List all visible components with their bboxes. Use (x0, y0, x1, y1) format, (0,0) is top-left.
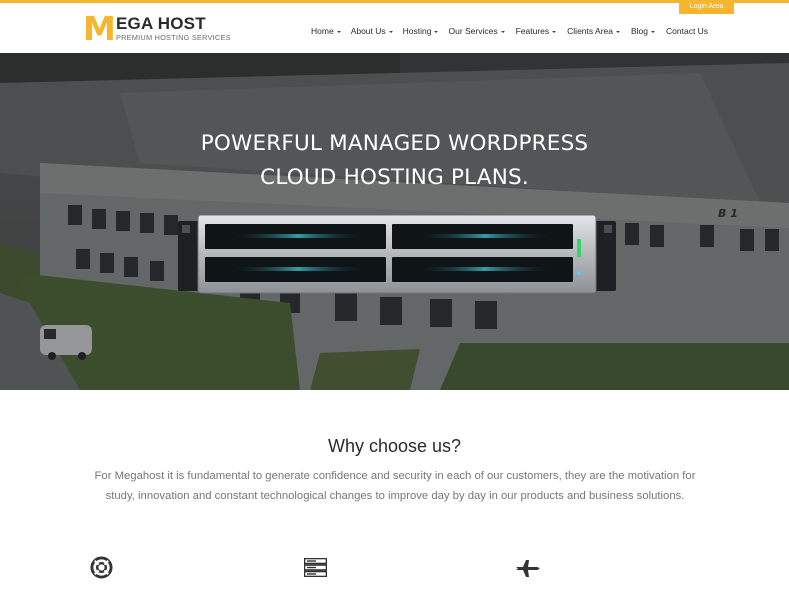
logo-initial: M (83, 9, 116, 48)
rack-server-image (178, 215, 616, 294)
logo-host: HOST (157, 14, 206, 33)
hero-title-line1: POWERFUL MANAGED WORDPRESS (200, 131, 589, 156)
nav-item-contact-us[interactable]: Contact Us (666, 24, 708, 38)
nav-item-hosting[interactable]: Hosting (403, 24, 439, 38)
caret-down-icon (336, 30, 341, 33)
caret-down-icon (616, 30, 620, 33)
nav-label: Blog (631, 26, 649, 36)
nav-item-clients-area[interactable]: Clients Area (567, 24, 620, 38)
logo-wordmark: EGA HOST (116, 15, 206, 32)
main-nav: Home About Us Hosting Our Services Featu… (311, 24, 708, 38)
caret-down-icon (388, 30, 393, 33)
nav-label: Contact Us (666, 26, 709, 36)
logo-tagline: PREMIUM HOSTING SERVICES (116, 33, 231, 42)
server-stack-icon (304, 558, 327, 577)
jet-icon (516, 560, 540, 577)
nav-label: About Us (350, 26, 386, 36)
login-area-button[interactable]: Login Area (679, 0, 734, 14)
nav-item-our-services[interactable]: Our Services (448, 24, 505, 38)
nav-item-blog[interactable]: Blog (631, 24, 656, 38)
nav-label: Clients Area (567, 26, 613, 36)
nav-label: Features (515, 26, 550, 36)
lifebuoy-icon (90, 556, 113, 579)
nav-label: Our Services (448, 26, 498, 36)
caret-down-icon (434, 30, 439, 33)
nav-item-about-us[interactable]: About Us (351, 24, 393, 38)
caret-down-icon (651, 30, 656, 33)
caret-down-icon (500, 30, 505, 33)
caret-down-icon (552, 30, 557, 33)
logo-mega: EGA (116, 14, 153, 33)
hero-title-line2: CLOUD HOSTING PLANS. (260, 165, 529, 190)
hero-banner: B 1 POWERFUL MANAGED WORDPRESS CLOUD HOS… (0, 53, 789, 390)
nav-label: Hosting (402, 26, 432, 36)
why-choose-us-text: For Megahost it is fundamental to genera… (94, 470, 696, 502)
why-choose-us-heading: Why choose us? (327, 436, 462, 456)
site-header: M EGA HOST PREMIUM HOSTING SERVICES Home… (0, 3, 789, 53)
nav-item-home[interactable]: Home (311, 24, 341, 38)
nav-item-features[interactable]: Features (516, 24, 557, 38)
nav-label: Home (311, 26, 334, 36)
